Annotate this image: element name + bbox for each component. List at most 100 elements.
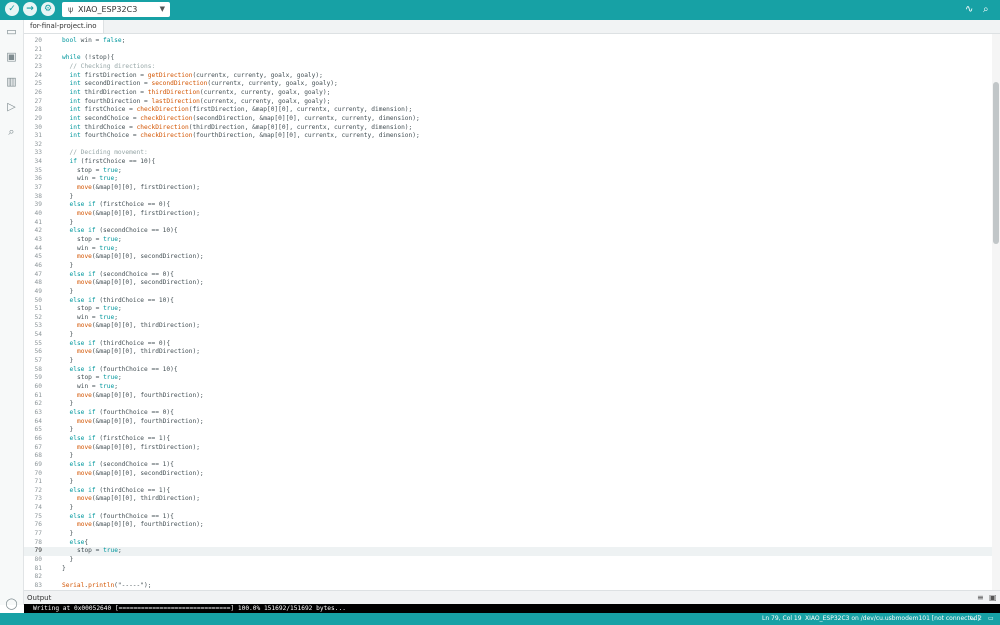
- code-line[interactable]: 28 int firstChoice = checkDirection(first…: [24, 106, 992, 115]
- code-line[interactable]: 38}: [24, 193, 992, 202]
- code-token: else: [69, 512, 85, 520]
- code-line[interactable]: 23 // Checking directions:: [24, 63, 992, 72]
- code-line[interactable]: 65}: [24, 426, 992, 435]
- code-line[interactable]: 63 else if (fourthChoice == 0){: [24, 409, 992, 418]
- code-line[interactable]: 51 stop = true;: [24, 305, 992, 314]
- code-line[interactable]: 68}: [24, 452, 992, 461]
- debug-sidebar-icon[interactable]: ▷: [5, 100, 18, 113]
- code-line[interactable]: 77}: [24, 530, 992, 539]
- sidebar: ▭ ▣ ▥ ▷ ⌕: [0, 20, 24, 605]
- notification-icon[interactable]: ⤿: [970, 613, 975, 625]
- code-line[interactable]: 61 move(&map[0][0], fourthDirection);: [24, 392, 992, 401]
- search-icon[interactable]: ⌕: [5, 125, 18, 138]
- code-line[interactable]: 57}: [24, 357, 992, 366]
- scrollbar-thumb[interactable]: [993, 82, 999, 244]
- code-line[interactable]: 55 else if (thirdChoice == 0){: [24, 340, 992, 349]
- code-text: move(&map[0][0], firstDirection);: [77, 210, 200, 219]
- upload-button[interactable]: →: [23, 2, 37, 16]
- library-manager-icon[interactable]: ▥: [5, 75, 18, 88]
- code-line[interactable]: 42 else if (secondChoice == 10){: [24, 227, 992, 236]
- code-line[interactable]: 44 win = true;: [24, 245, 992, 254]
- code-line[interactable]: 66 else if (firstChoice == 1){: [24, 435, 992, 444]
- code-line[interactable]: 56 move(&map[0][0], thirdDirection);: [24, 348, 992, 357]
- code-token: win =: [76, 37, 103, 44]
- code-token: if: [88, 201, 96, 209]
- code-line[interactable]: 74}: [24, 504, 992, 513]
- code-line[interactable]: 75 else if (fourthChoice == 1){: [24, 513, 992, 522]
- code-line[interactable]: 30 int thirdChoice = checkDirection(third…: [24, 124, 992, 133]
- code-line[interactable]: 54}: [24, 331, 992, 340]
- code-line[interactable]: 21: [24, 46, 992, 55]
- code-line[interactable]: 20 bool win = false;: [24, 37, 992, 46]
- code-line[interactable]: 45 move(&map[0][0], secondDirection);: [24, 253, 992, 262]
- line-number: 79: [34, 547, 42, 555]
- close-output-icon[interactable]: ▣: [989, 591, 997, 605]
- code-line[interactable]: 67 move(&map[0][0], firstDirection);: [24, 444, 992, 453]
- code-line[interactable]: 58 else if (fourthChoice == 10){: [24, 366, 992, 375]
- code-line[interactable]: 32: [24, 141, 992, 150]
- code-line[interactable]: 76 move(&map[0][0], fourthDirection);: [24, 521, 992, 530]
- debug-button[interactable]: ⚙: [41, 2, 55, 16]
- code-line[interactable]: 36 win = true;: [24, 175, 992, 184]
- code-line[interactable]: 79 stop = true;: [24, 547, 992, 556]
- code-line[interactable]: 82: [24, 573, 992, 582]
- code-line[interactable]: 64 move(&map[0][0], fourthDirection);: [24, 418, 992, 427]
- serial-monitor-icon[interactable]: ⌕: [983, 3, 989, 17]
- code-line[interactable]: 24 int firstDirection = getDirection(curr…: [24, 72, 992, 81]
- panel-toggle-icon[interactable]: ▭: [988, 613, 994, 625]
- code-line[interactable]: 33 // Deciding movement:: [24, 149, 992, 158]
- code-line[interactable]: 48 move(&map[0][0], secondDirection);: [24, 279, 992, 288]
- code-line[interactable]: 81}: [24, 565, 992, 574]
- serial-plotter-icon[interactable]: ∿: [965, 3, 973, 17]
- code-line[interactable]: 69 else if (secondChoice == 1){: [24, 461, 992, 470]
- code-line[interactable]: 31 int fourthChoice = checkDirection(four…: [24, 132, 992, 141]
- code-line[interactable]: 47 else if (secondChoice == 0){: [24, 271, 992, 280]
- code-token: int: [69, 80, 81, 88]
- line-number: 43: [34, 235, 42, 243]
- code-line[interactable]: 34 if (firstChoice == 10){: [24, 158, 992, 167]
- code-editor[interactable]: 20 bool win = false; 21 22 while (!stop){23 /…: [24, 34, 992, 590]
- code-token: else: [69, 460, 85, 468]
- code-line[interactable]: 71}: [24, 478, 992, 487]
- code-line[interactable]: 22 while (!stop){: [24, 54, 992, 63]
- code-line[interactable]: 70 move(&map[0][0], secondDirection);: [24, 470, 992, 479]
- code-line[interactable]: 60 win = true;: [24, 383, 992, 392]
- code-token: else: [69, 201, 85, 209]
- code-text: move(&map[0][0], thirdDirection);: [77, 495, 200, 504]
- code-line[interactable]: 59 stop = true;: [24, 374, 992, 383]
- code-line[interactable]: 25 int secondDirection = secondDirection(…: [24, 80, 992, 89]
- clear-output-icon[interactable]: ≡: [977, 591, 984, 605]
- code-line[interactable]: 27 int fourthDirection = lastDirection(cu…: [24, 98, 992, 107]
- account-icon[interactable]: ◯: [5, 597, 18, 610]
- tab-sketch[interactable]: for-final-project.ino: [24, 20, 104, 33]
- code-text: bool win = false;: [62, 37, 125, 46]
- code-line[interactable]: 49}: [24, 288, 992, 297]
- code-token: true: [103, 374, 118, 382]
- code-line[interactable]: 73 move(&map[0][0], thirdDirection);: [24, 495, 992, 504]
- code-line[interactable]: 83 Serial.println("-----");: [24, 582, 992, 590]
- code-token: stop =: [77, 374, 104, 382]
- verify-button[interactable]: ✓: [5, 2, 19, 16]
- cursor-position: Ln 79, Col 19: [762, 615, 802, 622]
- output-console: Writing at 0x00052640 [=================…: [24, 604, 1000, 613]
- code-line[interactable]: 35 stop = true;: [24, 167, 992, 176]
- code-line[interactable]: 26 int thirdDirection = thirdDirection(cu…: [24, 89, 992, 98]
- code-line[interactable]: 40 move(&map[0][0], firstDirection);: [24, 210, 992, 219]
- code-line[interactable]: 78 else{: [24, 539, 992, 548]
- code-line[interactable]: 52 win = true;: [24, 314, 992, 323]
- board-selector[interactable]: ψ XIAO_ESP32C3 ▼: [62, 2, 170, 17]
- code-line[interactable]: 62}: [24, 400, 992, 409]
- code-line[interactable]: 43 stop = true;: [24, 236, 992, 245]
- code-text: move(&map[0][0], fourthDirection);: [77, 418, 204, 427]
- code-line[interactable]: 80}: [24, 556, 992, 565]
- code-line[interactable]: 50 else if (thirdChoice == 10){: [24, 297, 992, 306]
- code-line[interactable]: 29 int secondChoice = checkDirection(seco…: [24, 115, 992, 124]
- board-manager-icon[interactable]: ▣: [5, 50, 18, 63]
- code-line[interactable]: 46}: [24, 262, 992, 271]
- code-line[interactable]: 37 move(&map[0][0], firstDirection);: [24, 184, 992, 193]
- code-line[interactable]: 53 move(&map[0][0], thirdDirection);: [24, 322, 992, 331]
- code-line[interactable]: 41}: [24, 219, 992, 228]
- folder-icon[interactable]: ▭: [5, 25, 18, 38]
- code-line[interactable]: 72 else if (thirdChoice == 1){: [24, 487, 992, 496]
- code-line[interactable]: 39 else if (firstChoice == 0){: [24, 201, 992, 210]
